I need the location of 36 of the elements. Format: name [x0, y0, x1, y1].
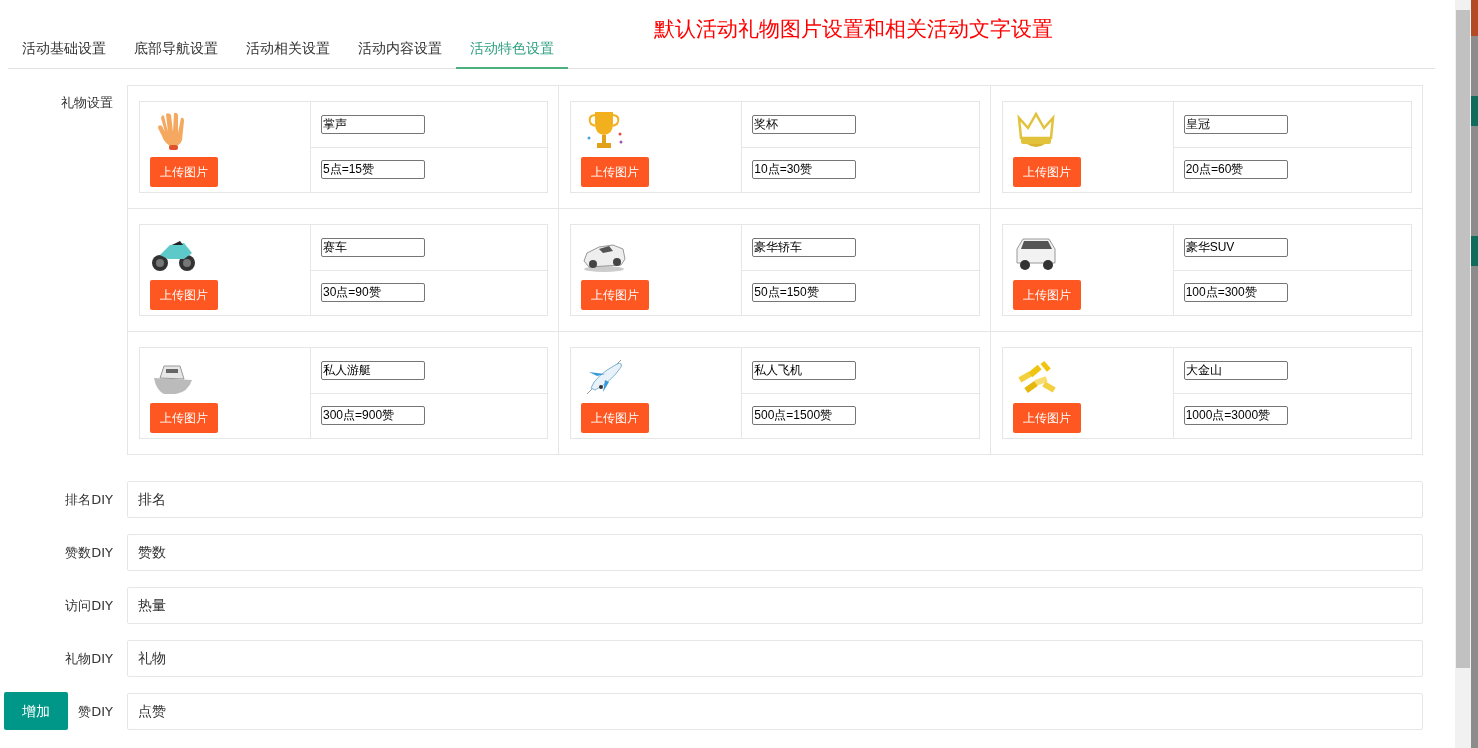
input-field[interactable]: 礼物: [127, 640, 1423, 677]
input-field[interactable]: 私人飞机: [752, 360, 857, 380]
field-label: 礼物DIY: [65, 650, 113, 666]
scrollbar[interactable]: [1456, 10, 1470, 668]
input-field[interactable]: 300点=900赞: [321, 406, 425, 426]
input-field[interactable]: 豪华SUV: [1183, 237, 1288, 257]
field-label: 访问DIY: [65, 597, 113, 613]
field-label: 赞DIY: [78, 703, 113, 719]
add-button[interactable]: 增加: [4, 692, 68, 730]
tab[interactable]: 活动相关设置: [232, 29, 344, 69]
input-field[interactable]: 5点=15赞: [321, 160, 425, 180]
input-field[interactable]: 私人游艇: [321, 360, 425, 380]
input-field[interactable]: 100点=300赞: [1183, 283, 1288, 303]
input-field[interactable]: 10点=30赞: [752, 160, 857, 180]
input-field[interactable]: 热量: [127, 587, 1423, 624]
field-label: 礼物设置: [60, 94, 114, 112]
input-field[interactable]: 皇冠: [1183, 114, 1288, 134]
input-field[interactable]: 豪华轿车: [752, 237, 857, 257]
input-field[interactable]: 点赞: [127, 693, 1423, 730]
input-field[interactable]: 大金山: [1183, 360, 1288, 380]
input-field[interactable]: 掌声: [321, 114, 425, 134]
input-field[interactable]: 20点=60赞: [1183, 160, 1288, 180]
annotation-text: 默认活动礼物图片设置和相关活动文字设置: [654, 16, 1053, 43]
input-field[interactable]: 50点=150赞: [752, 283, 857, 303]
input-field[interactable]: 排名: [127, 481, 1423, 518]
input-field[interactable]: 500点=1500赞: [752, 406, 857, 426]
tab[interactable]: 活动基础设置: [8, 29, 120, 69]
field-label: 赞数DIY: [65, 544, 113, 560]
input-field[interactable]: 30点=90赞: [321, 283, 425, 303]
field-label: 排名DIY: [65, 491, 113, 507]
tab[interactable]: 底部导航设置: [120, 29, 232, 69]
input-field[interactable]: 赛车: [321, 237, 425, 257]
tab[interactable]: 活动内容设置: [344, 29, 456, 69]
input-field[interactable]: 奖杯: [752, 114, 857, 134]
input-field[interactable]: 1000点=3000赞: [1183, 406, 1288, 426]
input-field[interactable]: 赞数: [127, 534, 1423, 571]
